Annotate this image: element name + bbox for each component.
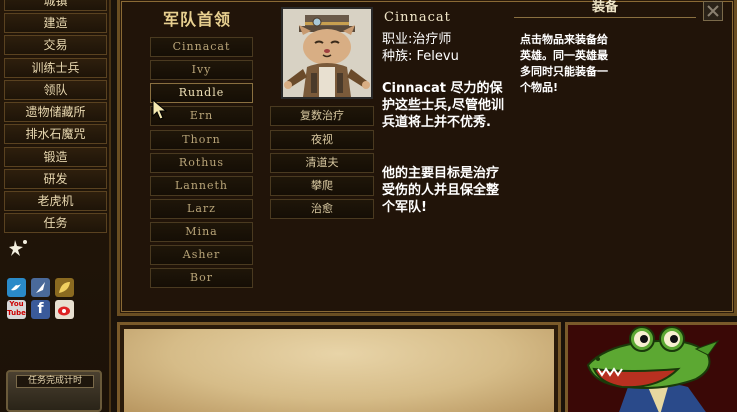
hero-button-mina[interactable]: Mina [150, 222, 253, 242]
hero-button-cinnacat[interactable]: Cinnacat [150, 37, 253, 57]
feather-icon[interactable] [31, 278, 50, 297]
quest-timer: 任务完成计时 [6, 370, 102, 412]
hero-button-ivy[interactable]: Ivy [150, 60, 253, 80]
menu-quests[interactable]: 任务 [4, 213, 107, 233]
fairy-icon[interactable] [9, 238, 29, 258]
hero-button-larz[interactable]: Larz [150, 199, 253, 219]
advisor-portrait [565, 322, 737, 412]
hero-race: 种族: Felevu [382, 49, 459, 64]
hero-button-thorn[interactable]: Thorn [150, 130, 253, 150]
hero-goal: 他的主要目标是治疗受伤的人并且保全整个军队! [382, 166, 500, 215]
close-icon[interactable] [703, 1, 723, 21]
hero-portrait [281, 7, 373, 99]
left-menu: 城镇 建造 交易 训练士兵 领队 遗物储藏所 排水石魔咒 锻造 研发 老虎机 任… [0, 0, 111, 412]
hero-button-rothus[interactable]: Rothus [150, 153, 253, 173]
menu-trade[interactable]: 交易 [4, 35, 107, 55]
quest-timer-label: 任务完成计时 [16, 375, 94, 388]
facebook-icon[interactable]: f [31, 300, 50, 319]
youtube-icon[interactable]: You Tube [7, 300, 26, 319]
twitter-icon[interactable] [7, 278, 26, 297]
roster-title: 军队首领 [163, 10, 232, 29]
hero-button-asher[interactable]: Asher [150, 245, 253, 265]
parchment-area [124, 329, 554, 412]
menu-relic-vault[interactable]: 遗物储藏所 [4, 102, 107, 122]
equipment-header: 装备 [514, 0, 696, 18]
skill-heal[interactable]: 治愈 [270, 199, 374, 219]
mouse-cursor-icon [152, 99, 168, 120]
message-scroll [117, 322, 561, 412]
menu-train-soldiers[interactable]: 训练士兵 [4, 58, 107, 78]
hero-button-bor[interactable]: Bor [150, 268, 253, 288]
equipment-hint: 点击物品来装备给英雄。同一英雄最多同时只能装备一个物品! [520, 33, 608, 94]
menu-leaders[interactable]: 领队 [4, 80, 107, 100]
hero-name: Cinnacat [384, 10, 451, 25]
skill-multi-heal[interactable]: 复数治疗 [270, 106, 374, 126]
skill-scavenger[interactable]: 清道夫 [270, 153, 374, 173]
menu-slot-machine[interactable]: 老虎机 [4, 191, 107, 211]
weibo-icon[interactable] [55, 300, 74, 319]
skill-climb[interactable]: 攀爬 [270, 176, 374, 196]
menu-town[interactable]: 城镇 [4, 0, 107, 11]
menu-drain-stone[interactable]: 排水石魔咒 [4, 124, 107, 144]
menu-research[interactable]: 研发 [4, 169, 107, 189]
menu-build[interactable]: 建造 [4, 13, 107, 33]
leaf-icon[interactable] [55, 278, 74, 297]
menu-forge[interactable]: 锻造 [4, 147, 107, 167]
skill-night-vision[interactable]: 夜视 [270, 130, 374, 150]
hero-description: Cinnacat 尽力的保护这些士兵,尽管他训兵道将上并不优秀. [382, 81, 504, 130]
hero-button-lanneth[interactable]: Lanneth [150, 176, 253, 196]
